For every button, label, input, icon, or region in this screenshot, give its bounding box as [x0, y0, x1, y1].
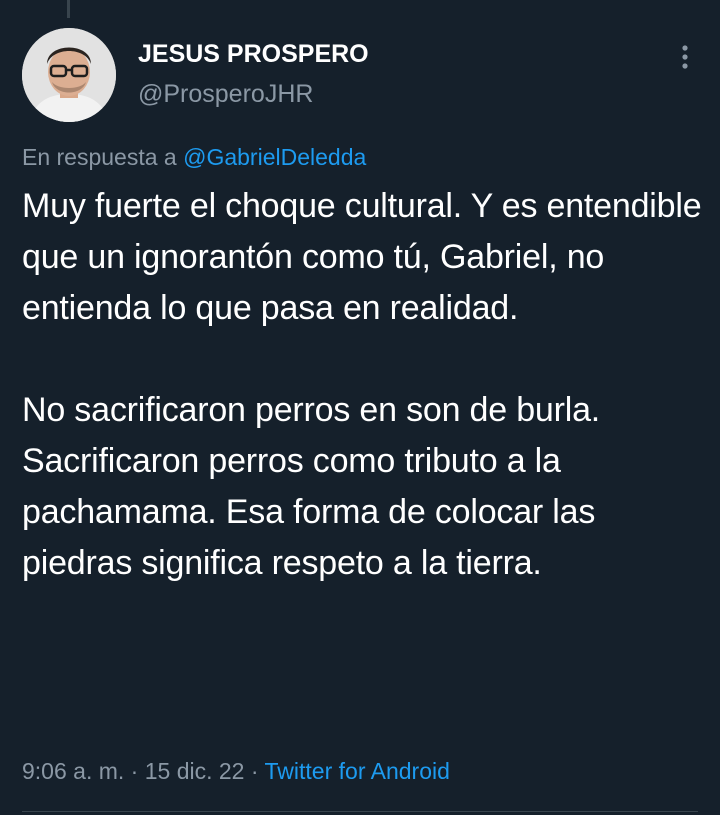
more-options-button[interactable]: [670, 40, 700, 74]
tweet-date[interactable]: 15 dic. 22: [145, 758, 245, 784]
avatar-photo: [22, 28, 116, 122]
thread-connector-line: [67, 0, 70, 18]
tweet-metadata: 9:06 a. m. · 15 dic. 22 · Twitter for An…: [22, 758, 450, 785]
meta-separator: ·: [130, 758, 139, 784]
more-vertical-icon: [682, 45, 688, 69]
tweet-source-link[interactable]: Twitter for Android: [265, 758, 450, 784]
divider: [22, 811, 698, 812]
meta-separator: ·: [250, 758, 259, 784]
avatar[interactable]: [22, 28, 116, 122]
tweet-paragraph: Muy fuerte el choque cultural. Y es ente…: [22, 187, 702, 327]
author-display-name[interactable]: JESUS PROSPERO: [138, 40, 369, 69]
tweet-time[interactable]: 9:06 a. m.: [22, 758, 124, 784]
author-handle[interactable]: @ProsperoJHR: [138, 80, 313, 109]
reply-context: En respuesta a @GabrielDeledda: [22, 144, 366, 171]
reply-prefix: En respuesta a: [22, 144, 177, 170]
reply-mention-link[interactable]: @GabrielDeledda: [183, 144, 366, 170]
tweet-paragraph: Sacrificaron perros como tributo a la pa…: [22, 442, 596, 582]
tweet-paragraph: No sacrificaron perros en son de burla.: [22, 391, 601, 429]
tweet-text: Muy fuerte el choque cultural. Y es ente…: [22, 181, 702, 589]
